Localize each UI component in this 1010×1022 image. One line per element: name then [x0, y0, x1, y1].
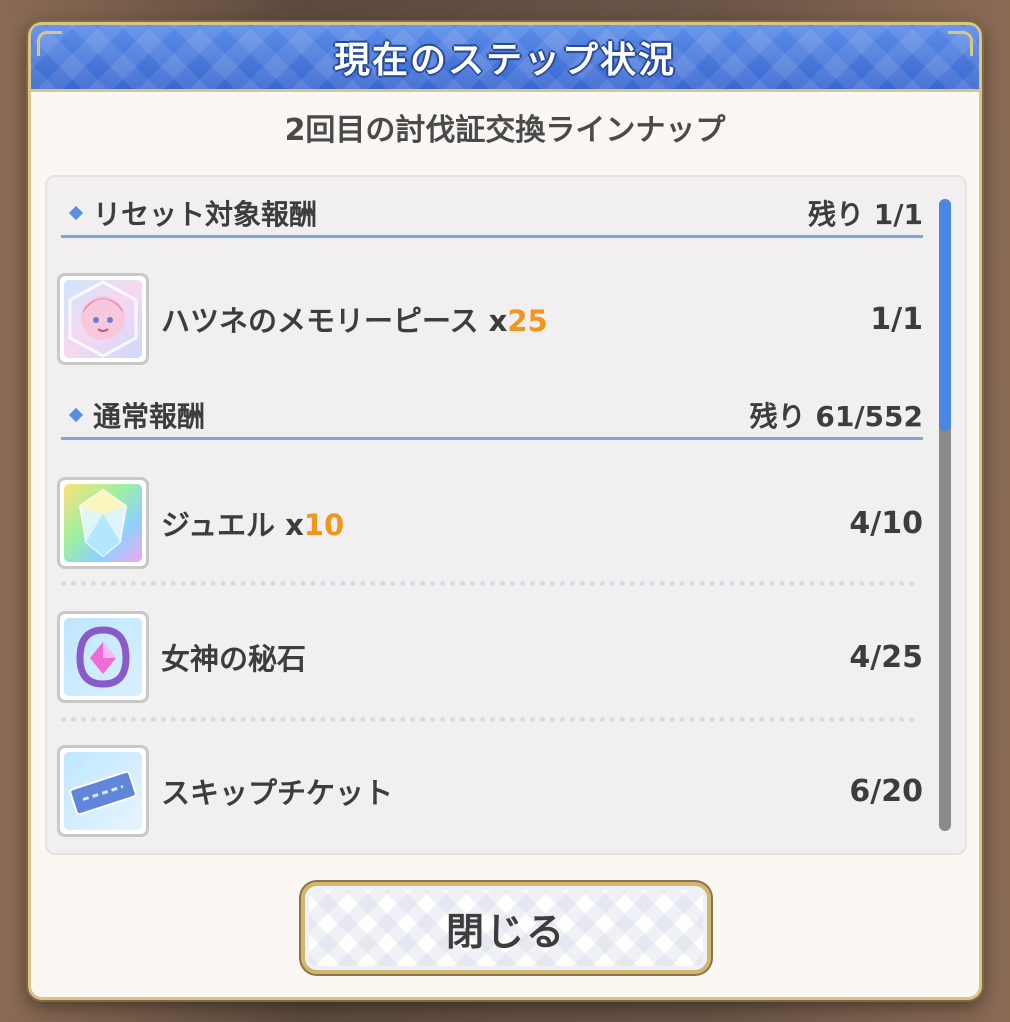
row-divider	[61, 581, 915, 586]
hatsune-memory-piece-icon	[57, 273, 149, 365]
scrollbar-thumb[interactable]	[939, 199, 951, 431]
section-header-normal-rewards: 通常報酬 残り 61/552	[61, 393, 923, 440]
item-quantity: 10	[303, 508, 345, 542]
item-quantity: 25	[507, 304, 548, 338]
dialog-title: 現在のステップ状況	[333, 40, 676, 81]
item-count: 1/1	[870, 301, 923, 337]
section-remaining: 残り 61/552	[749, 400, 923, 433]
section-title: リセット対象報酬	[93, 198, 318, 231]
list-item: スキップチケット 6/20	[57, 743, 923, 839]
list-item: ハツネのメモリーピース x25 1/1	[57, 271, 923, 367]
skip-ticket-icon	[57, 745, 149, 837]
dialog-title-bar: 現在のステップ状況	[31, 25, 979, 92]
diamond-bullet-icon	[68, 205, 84, 221]
row-divider	[61, 717, 915, 722]
item-name: ジュエル x10	[161, 508, 345, 542]
diamond-bullet-icon	[68, 407, 84, 423]
corner-ornament-left-icon	[37, 31, 62, 56]
reward-list[interactable]: リセット対象報酬 残り 1/1 ハツネのメモリーピース x25 1/1 通常報酬…	[45, 175, 967, 855]
item-count: 6/20	[849, 773, 923, 809]
list-item: 女神の秘石 4/25	[57, 609, 923, 705]
item-count: 4/10	[849, 505, 923, 541]
jewel-icon	[57, 477, 149, 569]
list-item: ジュエル x10 4/10	[57, 475, 923, 571]
item-count: 4/25	[849, 639, 923, 675]
corner-ornament-right-icon	[948, 31, 973, 56]
item-name: スキップチケット	[161, 776, 394, 810]
section-remaining: 残り 1/1	[808, 198, 923, 231]
section-header-reset-rewards: リセット対象報酬 残り 1/1	[61, 191, 923, 238]
item-name: ハツネのメモリーピース x25	[161, 304, 548, 338]
section-title: 通常報酬	[93, 400, 206, 433]
close-button[interactable]: 閉じる	[301, 882, 711, 974]
step-status-dialog: 現在のステップ状況 2回目の討伐証交換ラインナップ リセット対象報酬 残り 1/…	[28, 22, 982, 1000]
dialog-subtitle: 2回目の討伐証交換ラインナップ	[284, 113, 726, 148]
item-name: 女神の秘石	[161, 642, 307, 676]
goddess-stone-icon	[57, 611, 149, 703]
